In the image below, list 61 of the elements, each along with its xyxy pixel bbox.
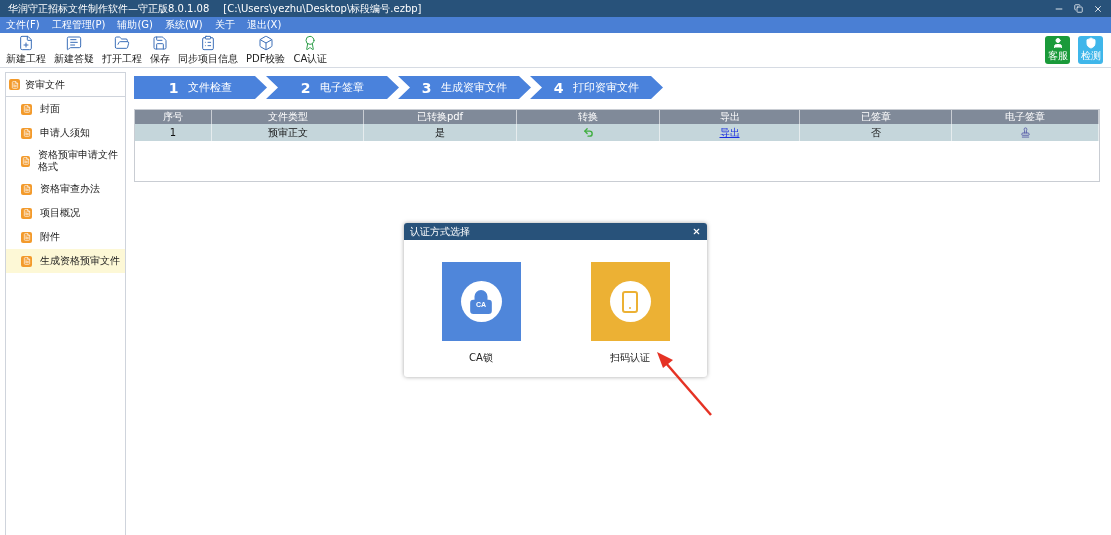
toolbar-button[interactable]: CA认证 xyxy=(291,34,330,66)
table-cell: 1 xyxy=(135,124,212,141)
sidebar-item[interactable]: 附件 xyxy=(6,225,125,249)
column-header: 转换 xyxy=(517,110,660,124)
menu-item[interactable]: 退出(X) xyxy=(246,18,282,32)
dialog-title: 认证方式选择 xyxy=(410,224,470,239)
column-header: 文件类型 xyxy=(212,110,364,124)
document-icon xyxy=(21,183,32,195)
sidebar-item[interactable]: 申请人须知 xyxy=(6,121,125,145)
menu-item[interactable]: 辅助(G) xyxy=(117,18,153,32)
toolbar-button[interactable]: 同步项目信息 xyxy=(176,34,240,66)
menu-item[interactable]: 工程管理(P) xyxy=(51,18,106,32)
menu-item[interactable]: 关于 xyxy=(214,18,235,32)
column-header: 导出 xyxy=(660,110,800,124)
toolbar-button[interactable]: 打开工程 xyxy=(100,34,144,66)
column-header: 电子签章 xyxy=(952,110,1099,124)
toolbar-button[interactable]: 新建答疑 xyxy=(52,34,96,66)
close-button[interactable] xyxy=(692,227,701,236)
sidebar-item[interactable]: 资格预审申请文件格式 xyxy=(6,145,125,177)
pointer-arrow xyxy=(655,350,715,418)
table-cell: 是 xyxy=(364,124,517,141)
option-label: CA锁 xyxy=(469,351,493,365)
scan-option-tile[interactable] xyxy=(590,262,670,341)
window-title: 华润守正招标文件制作软件—守正版8.0.1.08 xyxy=(8,1,210,16)
step-tab[interactable]: 2 电子签章 xyxy=(266,76,399,99)
close-icon[interactable] xyxy=(1093,3,1103,14)
document-icon xyxy=(21,103,32,115)
document-icon xyxy=(21,155,31,167)
toolbar-button[interactable]: 保存 xyxy=(148,34,172,66)
menu-item[interactable]: 系统(W) xyxy=(164,18,203,32)
sidebar-item[interactable]: 项目概况 xyxy=(6,201,125,225)
export-link[interactable]: 导出 xyxy=(719,125,740,140)
sidebar-item[interactable]: 资格审查办法 xyxy=(6,177,125,201)
toolbar-button[interactable]: 客服 xyxy=(1045,36,1070,64)
column-header: 已签章 xyxy=(800,110,952,124)
step-tab[interactable]: 3 生成资审文件 xyxy=(398,76,531,99)
column-header: 已转换pdf xyxy=(364,110,517,124)
lock-icon xyxy=(468,288,494,315)
menu-item[interactable]: 文件(F) xyxy=(6,18,40,32)
step-tab[interactable]: 1 文件检查 xyxy=(134,76,267,99)
step-tab[interactable]: 4 打印资审文件 xyxy=(530,76,663,99)
column-header: 序号 xyxy=(135,110,212,124)
sidebar-item[interactable]: 生成资格预审文件 xyxy=(6,249,125,273)
document-icon xyxy=(21,127,32,139)
restore-icon[interactable] xyxy=(1074,4,1083,13)
sidebar-title: 资审文件 xyxy=(25,77,65,92)
toolbar-button[interactable]: 新建工程 xyxy=(4,34,48,66)
save-icon xyxy=(152,34,168,51)
shield-icon xyxy=(1084,37,1097,49)
table-cell: 否 xyxy=(800,124,952,141)
document-icon xyxy=(21,207,32,219)
document-icon xyxy=(21,231,32,243)
table-cell: 预审正文 xyxy=(212,124,364,141)
stamp-icon[interactable] xyxy=(1019,127,1031,138)
convert-arrow-icon[interactable] xyxy=(582,127,594,138)
document-icon xyxy=(21,255,32,267)
sidebar-item[interactable]: 封面 xyxy=(6,97,125,121)
toolbar-button[interactable]: PDF校验 xyxy=(244,34,288,66)
person-icon xyxy=(1051,37,1064,49)
file-path: [C:\Users\yezhu\Desktop\标段编号.ezbp] xyxy=(223,1,422,16)
option-label: 扫码认证 xyxy=(610,351,650,365)
